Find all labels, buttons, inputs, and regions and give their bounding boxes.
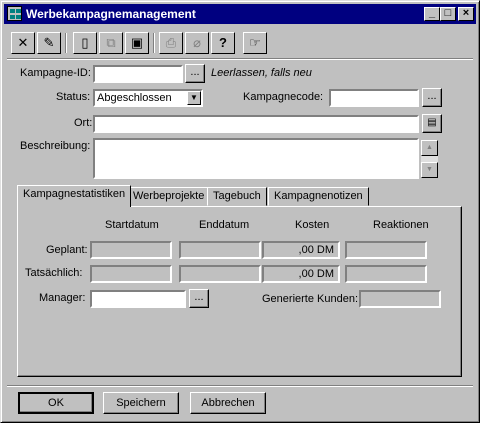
abbrechen-button[interactable]: Abbrechen <box>190 392 266 414</box>
manager-browse-button[interactable]: ... <box>189 289 209 308</box>
print-icon[interactable]: ⎙ <box>159 32 183 54</box>
tab-panel: Startdatum Enddatum Kosten Reaktionen Ge… <box>17 206 462 377</box>
toolbar-separator <box>65 33 67 53</box>
tatsaechlich-reaktionen <box>345 265 427 283</box>
close-button[interactable]: × <box>458 7 474 21</box>
title-bar[interactable]: Werbekampagnemanagement _ □ × <box>4 4 476 24</box>
geplant-startdatum <box>90 241 172 259</box>
address-card-icon[interactable]: ▤ <box>422 114 442 133</box>
toolbar: ✕ ✎ ▯ ⧉ ▣ ⎙ ⌀ ? ☞ <box>7 29 475 59</box>
scroll-up-icon[interactable]: ▲ <box>421 140 438 156</box>
window-title: Werbekampagnemanagement <box>26 7 196 21</box>
tatsaechlich-label: Tatsächlich: <box>25 267 83 279</box>
eraser-icon[interactable]: ✎ <box>37 32 61 54</box>
tab-container: Kampagnestatistiken Werbeprojekte Tagebu… <box>17 185 462 377</box>
geplant-kosten: ,00 DM <box>262 241 340 259</box>
cancel-x-icon[interactable]: ✕ <box>11 32 35 54</box>
speichern-button[interactable]: Speichern <box>103 392 179 414</box>
geplant-label: Geplant: <box>46 244 88 256</box>
column-header-reaktionen: Reaktionen <box>373 219 429 231</box>
beschreibung-label: Beschreibung: <box>20 140 91 152</box>
tatsaechlich-kosten: ,00 DM <box>262 265 340 283</box>
scroll-down-icon[interactable]: ▼ <box>421 162 438 178</box>
column-header-enddatum: Enddatum <box>199 219 250 231</box>
kampagne-id-hint: Leerlassen, falls neu <box>211 67 312 79</box>
campaign-window: Werbekampagnemanagement _ □ × ✕ ✎ ▯ ⧉ ▣ … <box>0 0 480 423</box>
tatsaechlich-startdatum <box>90 265 172 283</box>
beschreibung-scrollbar[interactable]: ▲ ▼ <box>421 140 438 178</box>
toolbar-divider <box>7 58 473 60</box>
status-dropdown[interactable]: Abgeschlossen ▼ <box>93 89 203 107</box>
ort-label: Ort: <box>74 117 93 129</box>
bottom-divider <box>7 385 473 387</box>
manager-label: Manager: <box>39 292 86 304</box>
help-icon[interactable]: ? <box>211 32 235 54</box>
tab-kampagnestatistiken[interactable]: Kampagnestatistiken <box>17 185 132 207</box>
kampagne-id-field[interactable] <box>93 65 183 83</box>
kampagnecode-browse-button[interactable]: ... <box>422 88 442 107</box>
column-header-startdatum: Startdatum <box>105 219 159 231</box>
ort-field[interactable] <box>93 115 419 133</box>
kampagne-id-label: Kampagne-ID: <box>20 67 91 79</box>
save-disk-icon[interactable]: ▣ <box>125 32 149 54</box>
maximize-button[interactable]: □ <box>440 7 456 21</box>
kampagnecode-field[interactable] <box>329 89 419 107</box>
beschreibung-field[interactable] <box>93 138 419 179</box>
generierte-kunden-label: Generierte Kunden: <box>262 293 359 305</box>
kampagne-id-browse-button[interactable]: ... <box>185 64 205 83</box>
tab-tagebuch[interactable]: Tagebuch <box>207 187 267 206</box>
tab-werbeprojekte[interactable]: Werbeprojekte <box>127 187 211 206</box>
paperclip-icon[interactable]: ⌀ <box>185 32 209 54</box>
generierte-kunden-field <box>359 290 441 308</box>
column-header-kosten: Kosten <box>295 219 330 231</box>
status-label: Status: <box>56 91 91 103</box>
copy-document-icon[interactable]: ⧉ <box>99 32 123 54</box>
new-document-icon[interactable]: ▯ <box>73 32 97 54</box>
kampagnecode-label: Kampagnecode: <box>243 91 324 103</box>
geplant-reaktionen <box>345 241 427 259</box>
geplant-enddatum <box>179 241 261 259</box>
toolbar-separator <box>153 33 155 53</box>
hand-pointer-icon[interactable]: ☞ <box>243 32 267 54</box>
manager-field[interactable] <box>90 290 186 308</box>
tatsaechlich-enddatum <box>179 265 261 283</box>
status-value: Abgeschlossen <box>97 92 172 104</box>
tab-kampagnenotizen[interactable]: Kampagnenotizen <box>268 187 369 206</box>
minimize-button[interactable]: _ <box>424 7 440 21</box>
chevron-down-icon[interactable]: ▼ <box>187 91 201 105</box>
ok-button[interactable]: OK <box>18 392 94 414</box>
app-icon[interactable] <box>7 6 22 21</box>
